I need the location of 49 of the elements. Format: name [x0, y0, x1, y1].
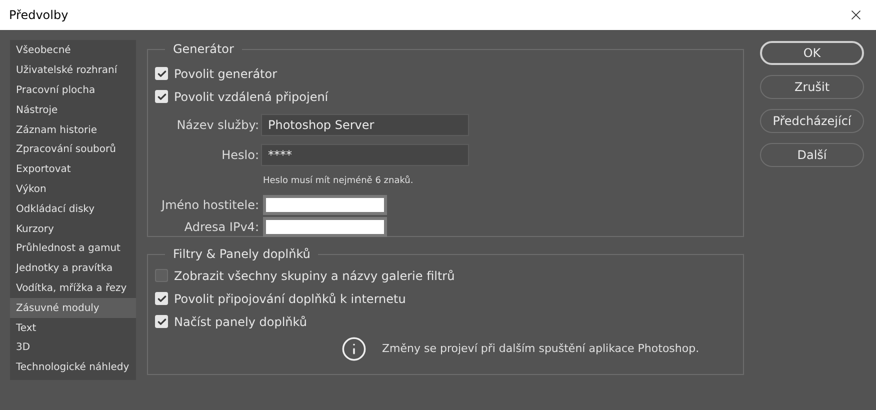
sidebar-item[interactable]: Všeobecné [10, 41, 136, 61]
sidebar-item[interactable]: Odkládací disky [10, 199, 136, 220]
sidebar-item[interactable]: Pracovní plocha [10, 80, 136, 100]
check-icon [156, 316, 166, 326]
field-label: Heslo: [220, 147, 259, 164]
sidebar-item[interactable]: Průhlednost a gamut [10, 238, 136, 259]
group-title: Generátor [172, 41, 235, 58]
sidebar-item[interactable]: Zpracování souborů [10, 140, 136, 160]
dialog-button[interactable]: OK [760, 41, 864, 65]
field-label: Název služby: [176, 117, 259, 134]
checkbox-label: Povolit připojování doplňků k internetu [174, 290, 406, 308]
sidebar-item[interactable]: Záznam historie [10, 120, 136, 140]
hint-text: Heslo musí mít nejméně 6 znaků. [262, 174, 414, 188]
checkbox-label: Zobrazit všechny skupiny a názvy galerie filtrů [174, 268, 455, 284]
sidebar-item[interactable]: Technologické náhledy [10, 358, 136, 378]
checkbox[interactable] [155, 67, 168, 80]
checkbox[interactable] [155, 315, 168, 328]
check-icon [156, 294, 166, 304]
info-note: Změny se projeví při dalším spuštění aplikace Photoshop. [382, 340, 700, 357]
sidebar-item[interactable]: Zásuvné moduly [10, 298, 136, 318]
sidebar-item[interactable]: Nástroje [10, 100, 136, 120]
input-field[interactable]: Photoshop Server [261, 114, 469, 136]
checkbox-label: Načíst panely doplňků [174, 314, 307, 330]
sidebar-item[interactable]: Uživatelské rozhraní [10, 60, 136, 81]
input-field[interactable] [263, 195, 387, 215]
sidebar-item[interactable]: Jednotky a pravítka [10, 258, 136, 279]
dialog-button[interactable]: Zrušit [760, 75, 864, 99]
checkbox[interactable] [155, 292, 168, 305]
group-title: Filtry & Panely doplňků [172, 246, 312, 263]
sidebar-item[interactable]: Výkon [10, 180, 136, 200]
dialog-button[interactable]: Další [760, 143, 864, 167]
checkbox[interactable] [155, 90, 168, 103]
checkbox-label: Povolit generátor [174, 66, 278, 82]
check-icon [156, 68, 166, 78]
dialog-button[interactable]: Předcházející [760, 109, 864, 133]
sidebar-item[interactable]: Text [10, 318, 136, 338]
field-label: Jméno hostitele: [160, 197, 259, 214]
sidebar-item[interactable]: Exportovat [10, 160, 136, 180]
input-field[interactable] [263, 217, 387, 237]
sidebar-item[interactable]: 3D [10, 338, 136, 358]
checkbox-label: Povolit vzdálená připojení [174, 88, 328, 106]
window-title: Předvolby [9, 7, 68, 24]
checkbox[interactable] [155, 269, 168, 282]
sidebar-item[interactable]: Kurzory [10, 219, 136, 239]
field-label: Adresa IPv4: [183, 219, 259, 236]
check-icon [156, 92, 166, 102]
input-field[interactable]: **** [261, 144, 469, 166]
sidebar-item[interactable]: Vodítka, mřížka a řezy [10, 278, 136, 298]
info-icon [341, 336, 367, 362]
